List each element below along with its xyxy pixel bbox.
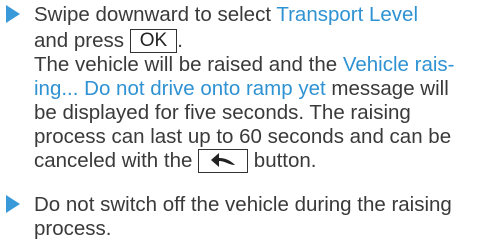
vehicle-raising-message-b: ing... Do not drive onto ramp yet (34, 77, 326, 100)
step-2-text: Do not switch off the vehicle during the… (34, 193, 484, 241)
step-1-line-6: process can last up to 60 seconds and ca… (34, 125, 452, 148)
step-1-line-5: be displayed for five seconds. The raisi… (34, 101, 411, 124)
step-bullet-icon (6, 5, 20, 23)
back-key (198, 149, 249, 173)
step-2-line-2: process. (34, 217, 112, 240)
step-1-line-2: and press OK. (34, 29, 183, 53)
step-1-line-3: The vehicle will be raised and the Vehic… (34, 53, 455, 76)
back-arrow-icon (211, 153, 236, 167)
step-1-line-7: canceled with the button. (34, 149, 317, 173)
ok-key: OK (129, 29, 178, 53)
transport-level-link: Transport Level (276, 3, 419, 26)
step-1-line-4: ing... Do not drive onto ramp yet messag… (34, 77, 449, 100)
vehicle-raising-message-a: Vehicle rais- (342, 53, 455, 76)
step-2-line-1: Do not switch off the vehicle during the… (34, 193, 452, 216)
step-1-line-1: Swipe downward to select Transport Level (34, 3, 419, 26)
step-bullet-icon (6, 195, 20, 213)
step-1-text: Swipe downward to select Transport Level… (34, 3, 484, 173)
